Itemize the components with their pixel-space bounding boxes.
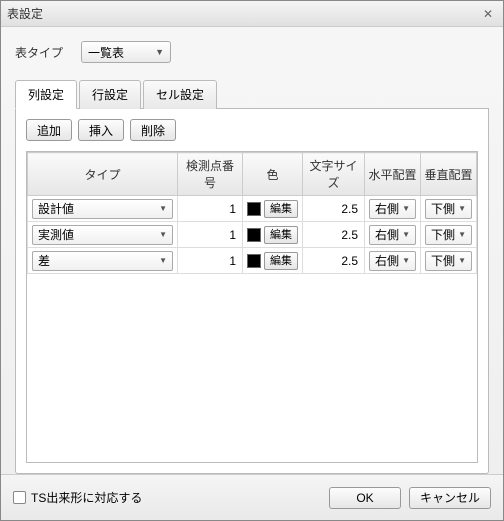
color-swatch [247,228,261,242]
pointno-cell[interactable]: 1 [178,222,243,248]
ts-checkbox[interactable]: TS出来形に対応する [13,489,142,506]
insert-button[interactable]: 挿入 [78,119,124,141]
data-grid: タイプ 検測点番号 色 文字サイズ 水平配置 垂直配置 設計値▼1編集2.5右側… [26,151,478,463]
chevron-down-icon: ▼ [458,230,466,239]
halign-select[interactable]: 右側▼ [369,225,416,245]
footer-buttons: OK キャンセル [329,487,491,509]
table-type-select[interactable]: 一覧表 ▼ [81,41,171,63]
header-valign[interactable]: 垂直配置 [421,153,477,196]
dialog-title: 表設定 [7,5,43,22]
ts-checkbox-label: TS出来形に対応する [31,489,142,506]
table-row[interactable]: 設計値▼1 編集 2.5右側▼ 下側▼ [28,196,477,222]
type-select[interactable]: 差▼ [32,251,173,271]
color-cell: 編集 [247,252,298,270]
color-edit-button[interactable]: 編集 [264,252,298,270]
color-edit-button[interactable]: 編集 [264,200,298,218]
table-type-label: 表タイプ [15,44,63,61]
footer: TS出来形に対応する OK キャンセル [1,474,503,520]
header-halign[interactable]: 水平配置 [365,153,421,196]
chevron-down-icon: ▼ [159,256,167,265]
color-swatch [247,202,261,216]
close-icon[interactable]: ✕ [479,5,497,23]
chevron-down-icon: ▼ [402,204,410,213]
tab-panel: 追加 挿入 削除 タイプ 検測点番号 色 文字サイズ 水平配置 垂直配置 [15,109,489,474]
color-cell: 編集 [247,200,298,218]
header-pointno[interactable]: 検測点番号 [178,153,243,196]
halign-select[interactable]: 右側▼ [369,251,416,271]
table-row[interactable]: 実測値▼1 編集 2.5右側▼ 下側▼ [28,222,477,248]
color-edit-button[interactable]: 編集 [264,226,298,244]
tab-column-settings[interactable]: 列設定 [15,80,77,109]
chevron-down-icon: ▼ [159,230,167,239]
table: タイプ 検測点番号 色 文字サイズ 水平配置 垂直配置 設計値▼1編集2.5右側… [27,152,477,274]
dialog-body: 表タイプ 一覧表 ▼ 列設定 行設定 セル設定 追加 挿入 削除 タイプ [1,27,503,474]
table-type-row: 表タイプ 一覧表 ▼ [15,41,489,63]
header-fontsize[interactable]: 文字サイズ [303,153,365,196]
chevron-down-icon: ▼ [155,47,164,57]
titlebar: 表設定 ✕ [1,1,503,27]
pointno-cell[interactable]: 1 [178,196,243,222]
add-button[interactable]: 追加 [26,119,72,141]
table-row[interactable]: 差▼1 編集 2.5右側▼ 下側▼ [28,248,477,274]
dialog-window: 表設定 ✕ 表タイプ 一覧表 ▼ 列設定 行設定 セル設定 追加 挿入 削除 [0,0,504,521]
ok-button[interactable]: OK [329,487,401,509]
fontsize-cell[interactable]: 2.5 [303,196,365,222]
fontsize-cell[interactable]: 2.5 [303,222,365,248]
type-select[interactable]: 設計値▼ [32,199,173,219]
color-cell: 編集 [247,226,298,244]
chevron-down-icon: ▼ [402,230,410,239]
pointno-cell[interactable]: 1 [178,248,243,274]
valign-select[interactable]: 下側▼ [425,251,472,271]
checkbox-icon [13,491,26,504]
delete-button[interactable]: 削除 [130,119,176,141]
chevron-down-icon: ▼ [458,256,466,265]
chevron-down-icon: ▼ [458,204,466,213]
tab-row-settings[interactable]: 行設定 [79,80,141,109]
cancel-button[interactable]: キャンセル [409,487,491,509]
valign-select[interactable]: 下側▼ [425,199,472,219]
fontsize-cell[interactable]: 2.5 [303,248,365,274]
halign-select[interactable]: 右側▼ [369,199,416,219]
color-swatch [247,254,261,268]
tab-cell-settings[interactable]: セル設定 [143,80,217,109]
chevron-down-icon: ▼ [159,204,167,213]
toolbar: 追加 挿入 削除 [26,119,478,141]
chevron-down-icon: ▼ [402,256,410,265]
tabs: 列設定 行設定 セル設定 [15,79,489,109]
valign-select[interactable]: 下側▼ [425,225,472,245]
header-color[interactable]: 色 [243,153,303,196]
type-select[interactable]: 実測値▼ [32,225,173,245]
header-row: タイプ 検測点番号 色 文字サイズ 水平配置 垂直配置 [28,153,477,196]
table-type-value: 一覧表 [88,44,124,61]
header-type[interactable]: タイプ [28,153,178,196]
